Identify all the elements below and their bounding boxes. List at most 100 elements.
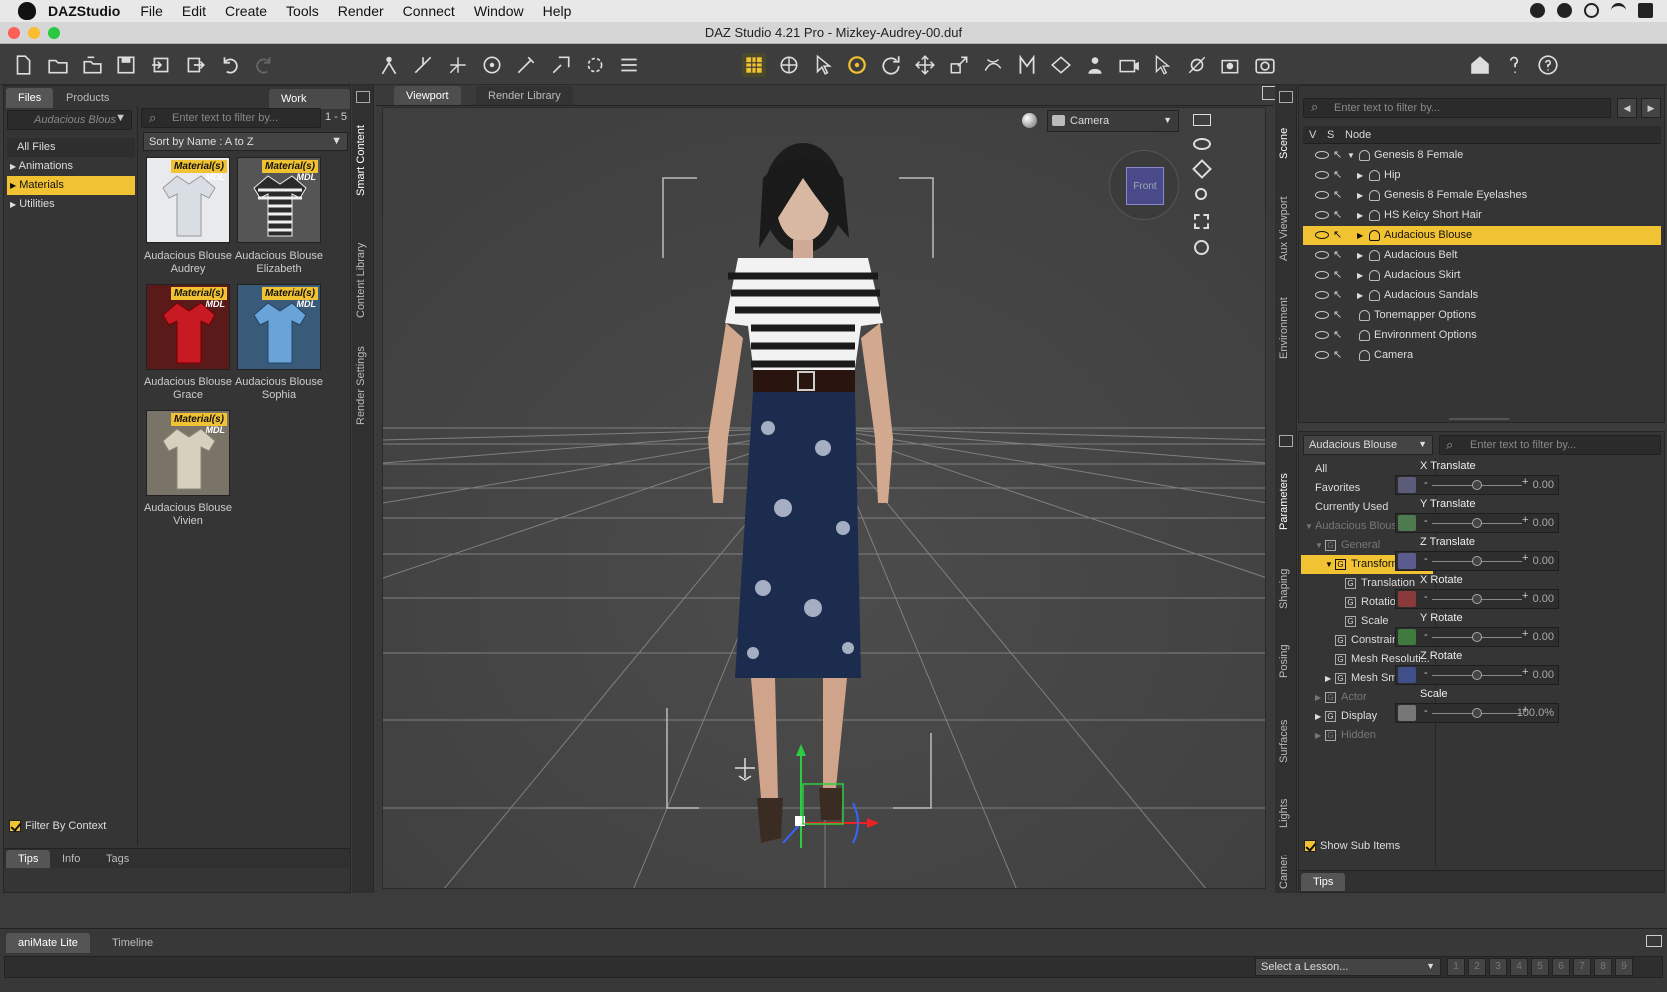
previous-button[interactable]: ◀ xyxy=(1617,98,1637,118)
frame-icon[interactable] xyxy=(1194,214,1209,229)
region-nav-icon[interactable] xyxy=(549,53,573,77)
property-type-icon[interactable] xyxy=(1398,629,1416,645)
view-cube-face[interactable]: Front xyxy=(1126,167,1164,205)
decrement-icon[interactable]: - xyxy=(1424,591,1428,603)
slider-track[interactable]: - +0.00 xyxy=(1395,551,1559,571)
transform-tool-icon[interactable] xyxy=(981,53,1005,77)
side-tab-cameras[interactable]: Cameras xyxy=(1278,855,1290,889)
property-slider[interactable]: Y Rotate - +0.00 xyxy=(1395,612,1561,650)
property-type-icon[interactable] xyxy=(1398,591,1416,607)
import-icon[interactable] xyxy=(149,53,173,77)
lesson-page-button[interactable]: 9 xyxy=(1615,958,1633,976)
visibility-eye-icon[interactable] xyxy=(1315,291,1329,299)
visibility-eye-icon[interactable] xyxy=(1315,271,1329,279)
asset-caption[interactable]: Audacious Blouse Vivien xyxy=(140,502,236,528)
open-file-icon[interactable] xyxy=(46,53,70,77)
filter-by-context-checkbox[interactable]: Filter By Context xyxy=(9,820,106,833)
scene-node-row[interactable]: ↖ ▶ Audacious Belt xyxy=(1303,246,1661,265)
lesson-page-button[interactable]: 6 xyxy=(1552,958,1570,976)
category-select[interactable]: Audacious Blous ▼ xyxy=(7,110,132,130)
spot-render-icon[interactable] xyxy=(583,53,607,77)
status-icon[interactable] xyxy=(1557,3,1572,18)
scene-node-row[interactable]: ↖ Environment Options xyxy=(1303,326,1661,345)
slider-knob[interactable] xyxy=(1472,518,1482,528)
pan-icon[interactable] xyxy=(1192,159,1212,179)
show-sub-items-checkbox[interactable]: Show Sub Items xyxy=(1304,840,1400,853)
app-name-menu[interactable]: DAZStudio xyxy=(48,3,120,19)
slider-knob[interactable] xyxy=(1472,632,1482,642)
menu-help[interactable]: Help xyxy=(543,3,572,19)
tab-info[interactable]: Info xyxy=(50,850,92,868)
column-selectable[interactable]: S xyxy=(1327,129,1334,141)
tab-tags[interactable]: Tags xyxy=(94,850,141,868)
selectable-pointer-icon[interactable]: ↖ xyxy=(1333,206,1342,225)
lesson-page-button[interactable]: 4 xyxy=(1510,958,1528,976)
property-slider[interactable]: X Rotate - +0.00 xyxy=(1395,574,1561,612)
pane-menu-icon[interactable] xyxy=(1279,91,1293,103)
menu-tools[interactable]: Tools xyxy=(286,3,319,19)
visibility-eye-icon[interactable] xyxy=(1315,331,1329,339)
selectable-pointer-icon[interactable]: ↖ xyxy=(1333,226,1342,245)
menu-edit[interactable]: Edit xyxy=(182,3,206,19)
expand-arrow-icon[interactable]: ▶ xyxy=(1357,166,1363,185)
selectable-pointer-icon[interactable]: ↖ xyxy=(1333,286,1342,305)
work-offline-button[interactable]: Work Offline xyxy=(269,89,350,125)
slider-knob[interactable] xyxy=(1472,670,1482,680)
camera-tool-icon[interactable] xyxy=(1117,53,1141,77)
zoom-window-button[interactable] xyxy=(48,27,60,39)
decrement-icon[interactable]: - xyxy=(1424,477,1428,489)
tab-render-library[interactable]: Render Library xyxy=(476,86,573,106)
pane-menu-icon[interactable] xyxy=(1279,435,1293,447)
expand-arrow-icon[interactable]: ▶ xyxy=(1357,286,1363,305)
surface-selection-icon[interactable] xyxy=(480,53,504,77)
visibility-eye-icon[interactable] xyxy=(1315,171,1329,179)
side-tab-posing[interactable]: Posing xyxy=(1278,636,1290,686)
selectable-pointer-icon[interactable]: ↖ xyxy=(1333,246,1342,265)
asset-thumbnail-audrey[interactable]: Material(s) MDL xyxy=(146,157,230,243)
export-icon[interactable] xyxy=(183,53,207,77)
asset-caption[interactable]: Audacious Blouse Sophia xyxy=(231,376,327,402)
whats-this-icon[interactable] xyxy=(1502,53,1526,77)
decrement-icon[interactable]: - xyxy=(1424,629,1428,641)
visibility-eye-icon[interactable] xyxy=(1315,211,1329,219)
lesson-page-button[interactable]: 3 xyxy=(1489,958,1507,976)
property-value[interactable]: 100.0% xyxy=(1517,707,1554,719)
orbit-icon[interactable] xyxy=(1193,138,1211,150)
files-filter-input[interactable]: Enter text to filter by... xyxy=(141,108,321,128)
scene-node-row[interactable]: ↖ Camera xyxy=(1303,346,1661,365)
property-type-icon[interactable] xyxy=(1398,705,1416,721)
decrement-icon[interactable]: - xyxy=(1424,705,1428,717)
pane-divider[interactable] xyxy=(137,106,138,846)
column-node[interactable]: Node xyxy=(1345,129,1371,141)
pointer-tool-icon[interactable] xyxy=(811,53,835,77)
asset-thumbnail-elizabeth[interactable]: Material(s) MDL xyxy=(237,157,321,243)
scene-filter-input[interactable]: Enter text to filter by... xyxy=(1303,98,1611,118)
expand-arrow-icon[interactable]: ▶ xyxy=(1357,226,1363,245)
joint-editor-icon[interactable] xyxy=(411,53,435,77)
rotate-tool-icon[interactable] xyxy=(879,53,903,77)
next-button[interactable]: ▶ xyxy=(1641,98,1661,118)
decrement-icon[interactable]: - xyxy=(1424,667,1428,679)
property-value[interactable]: 0.00 xyxy=(1533,479,1554,491)
visibility-eye-icon[interactable] xyxy=(1315,151,1329,159)
selectable-pointer-icon[interactable]: ↖ xyxy=(1333,306,1342,325)
property-value[interactable]: 0.00 xyxy=(1533,517,1554,529)
side-tab-shaping[interactable]: Shaping xyxy=(1278,559,1290,619)
universal-tool-icon[interactable] xyxy=(777,53,801,77)
display-icon[interactable] xyxy=(1638,3,1653,18)
scene-node-row[interactable]: ↖ ▶ Audacious Blouse xyxy=(1303,226,1661,245)
property-type-icon[interactable] xyxy=(1398,553,1416,569)
close-window-button[interactable] xyxy=(8,27,20,39)
tab-tips[interactable]: Tips xyxy=(6,850,51,868)
expand-arrow-icon[interactable]: ▶ xyxy=(1315,707,1325,726)
active-pose-tool-icon[interactable] xyxy=(845,53,869,77)
slider-track[interactable]: - +0.00 xyxy=(1395,627,1559,647)
save-icon[interactable] xyxy=(114,53,138,77)
ik-chain-icon[interactable] xyxy=(1151,53,1175,77)
slider-track[interactable]: - +0.00 xyxy=(1395,589,1559,609)
view-cube[interactable]: Front xyxy=(1109,150,1179,220)
tab-products[interactable]: Products xyxy=(54,88,121,108)
property-type-icon[interactable] xyxy=(1398,515,1416,531)
decrement-icon[interactable]: - xyxy=(1424,553,1428,565)
scale-tool-icon[interactable] xyxy=(947,53,971,77)
